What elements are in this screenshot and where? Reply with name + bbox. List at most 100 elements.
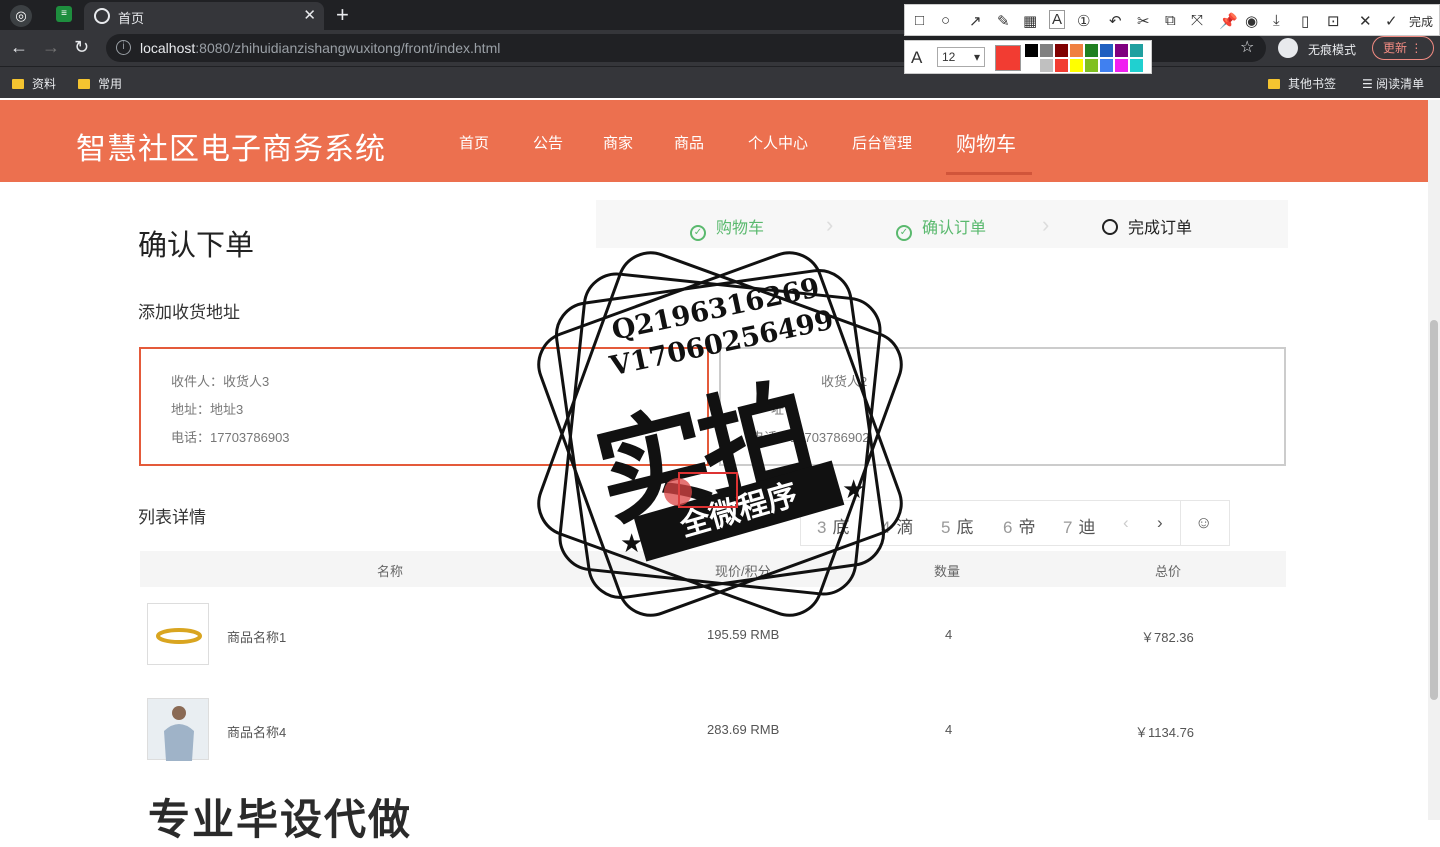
product-image-shirt[interactable]: [147, 698, 209, 761]
cut-icon[interactable]: ✂: [1137, 12, 1150, 30]
color-swatch[interactable]: [1055, 44, 1068, 57]
folder-icon: [12, 79, 24, 89]
active-tab[interactable]: 首页 ✕: [84, 2, 324, 30]
url-path: :8080/zhihuidianzishangwuxitong/front/in…: [195, 40, 501, 56]
phone-icon[interactable]: ▯: [1301, 12, 1309, 30]
folder-icon: [78, 79, 90, 89]
col-qty: 数量: [934, 564, 961, 579]
candidate-6[interactable]: 6帝: [1003, 513, 1035, 538]
color-swatch[interactable]: [1040, 59, 1053, 72]
site-logo[interactable]: 智慧社区电子商务系统: [76, 124, 386, 168]
nav-admin[interactable]: 后台管理: [852, 132, 912, 153]
chevron-right-icon[interactable]: ›: [1157, 513, 1163, 533]
product-name: 商品名称1: [227, 630, 287, 645]
reload-icon[interactable]: ↻: [74, 37, 89, 58]
bookmark-folder-other[interactable]: 其他书签: [1268, 75, 1336, 92]
color-swatch[interactable]: [1070, 59, 1083, 72]
watermark-stamp: Q2196316269 V17060256499 实拍 全微程序 ★ ★: [524, 238, 916, 630]
update-button[interactable]: 更新 ⋮: [1372, 36, 1434, 60]
check-icon[interactable]: ✓: [1385, 12, 1398, 30]
browser-profile-icon[interactable]: ◎: [10, 5, 32, 27]
star-icon: ★: [842, 474, 866, 504]
folder-icon: [1268, 79, 1280, 89]
number-tool-icon[interactable]: ①: [1077, 12, 1090, 30]
font-size-icon: A: [911, 48, 923, 67]
bookmark-folder-ziliao[interactable]: 资料: [12, 75, 56, 92]
close-tab-icon[interactable]: ✕: [303, 6, 316, 24]
done-button[interactable]: 完成: [1409, 13, 1433, 30]
nav-cart[interactable]: 购物车: [956, 128, 1016, 157]
product-image-bracelet[interactable]: [147, 603, 209, 665]
pencil-tool-icon[interactable]: ✎: [997, 12, 1010, 30]
site-header: 智慧社区电子商务系统 首页 公告 商家 商品 个人中心 后台管理 购物车: [0, 100, 1428, 182]
incognito-icon: [1278, 38, 1298, 58]
chevron-right-icon: ›: [1042, 212, 1050, 237]
candidate-5[interactable]: 5底: [941, 513, 973, 538]
text-tool-icon[interactable]: A: [1049, 10, 1066, 29]
incognito-indicator[interactable]: 无痕模式: [1278, 34, 1366, 62]
download-icon[interactable]: ⤓: [1273, 12, 1280, 29]
nav-merchant[interactable]: 商家: [603, 132, 633, 153]
nav-goods[interactable]: 商品: [674, 132, 704, 153]
color-swatch[interactable]: [1100, 59, 1113, 72]
nav-profile[interactable]: 个人中心: [748, 132, 808, 153]
ellipse-tool-icon[interactable]: ○: [941, 12, 950, 29]
step-complete: 完成订单: [1102, 214, 1192, 238]
update-label: 更新: [1383, 41, 1408, 55]
color-swatch[interactable]: [1130, 44, 1143, 57]
incognito-label: 无痕模式: [1308, 43, 1357, 57]
color-swatch[interactable]: [1025, 44, 1038, 57]
ocr-icon[interactable]: ⧉: [1165, 12, 1176, 29]
color-swatch[interactable]: [1070, 44, 1083, 57]
product-qty: 4: [945, 627, 953, 642]
current-color[interactable]: [995, 45, 1021, 71]
nav-notice[interactable]: 公告: [533, 132, 563, 153]
undo-icon[interactable]: ↶: [1109, 12, 1122, 30]
tab-title: 首页: [118, 11, 145, 26]
reading-list[interactable]: ☰ 阅读清单: [1362, 75, 1424, 92]
font-size-select[interactable]: 12 ▾: [937, 47, 985, 67]
table-row: 商品名称4 283.69 RMB 4 ￥1134.76: [140, 690, 1286, 774]
pin-icon[interactable]: 📌: [1219, 12, 1238, 30]
color-swatch[interactable]: [1085, 59, 1098, 72]
site-info-icon[interactable]: i: [116, 40, 131, 55]
cancel-icon[interactable]: ✕: [1359, 12, 1372, 30]
color-swatch[interactable]: [1025, 59, 1038, 72]
color-swatch[interactable]: [1055, 59, 1068, 72]
save-icon[interactable]: ⊡: [1327, 12, 1340, 30]
chevron-left-icon[interactable]: ‹: [1123, 513, 1129, 533]
step-cart: ✓ 购物车: [690, 214, 764, 241]
col-name: 名称: [377, 564, 404, 579]
arrow-tool-icon[interactable]: ↗: [969, 12, 982, 30]
mosaic-tool-icon[interactable]: ▦: [1023, 12, 1037, 30]
color-swatch[interactable]: [1115, 59, 1128, 72]
bracelet-icon: [156, 628, 202, 644]
record-icon[interactable]: ◉: [1245, 12, 1258, 30]
rectangle-tool-icon[interactable]: □: [915, 12, 924, 29]
capture-text-options: A 12 ▾: [904, 40, 1152, 74]
new-tab-icon[interactable]: +: [336, 2, 349, 28]
product-total: ￥782.36: [1141, 630, 1194, 645]
forward-icon[interactable]: →: [42, 37, 60, 58]
nav-home[interactable]: 首页: [459, 132, 489, 153]
pinned-tab-icon[interactable]: ≡: [56, 6, 72, 22]
color-swatch[interactable]: [1100, 44, 1113, 57]
scrollbar-thumb[interactable]: [1430, 320, 1438, 700]
bookmark-star-icon[interactable]: ☆: [1240, 37, 1254, 57]
color-swatch[interactable]: [1115, 44, 1128, 57]
product-total: ￥1134.76: [1135, 725, 1195, 740]
candidate-7[interactable]: 7迪: [1063, 513, 1095, 538]
product-price: 283.69 RMB: [707, 722, 780, 737]
globe-icon: [94, 8, 110, 24]
page-scrollbar[interactable]: [1428, 100, 1440, 820]
reading-list-icon: ☰: [1362, 77, 1377, 91]
emoji-icon[interactable]: ☺: [1195, 513, 1212, 533]
back-icon[interactable]: ←: [10, 37, 28, 58]
bookmarks-bar: 资料 常用 其他书签 ☰ 阅读清单: [0, 66, 1440, 98]
chevron-down-icon: ▾: [973, 50, 980, 64]
color-swatch[interactable]: [1040, 44, 1053, 57]
bookmark-folder-changyong[interactable]: 常用: [78, 75, 122, 92]
color-swatch[interactable]: [1085, 44, 1098, 57]
color-swatch[interactable]: [1130, 59, 1143, 72]
translate-icon[interactable]: ⤧: [1191, 12, 1203, 29]
